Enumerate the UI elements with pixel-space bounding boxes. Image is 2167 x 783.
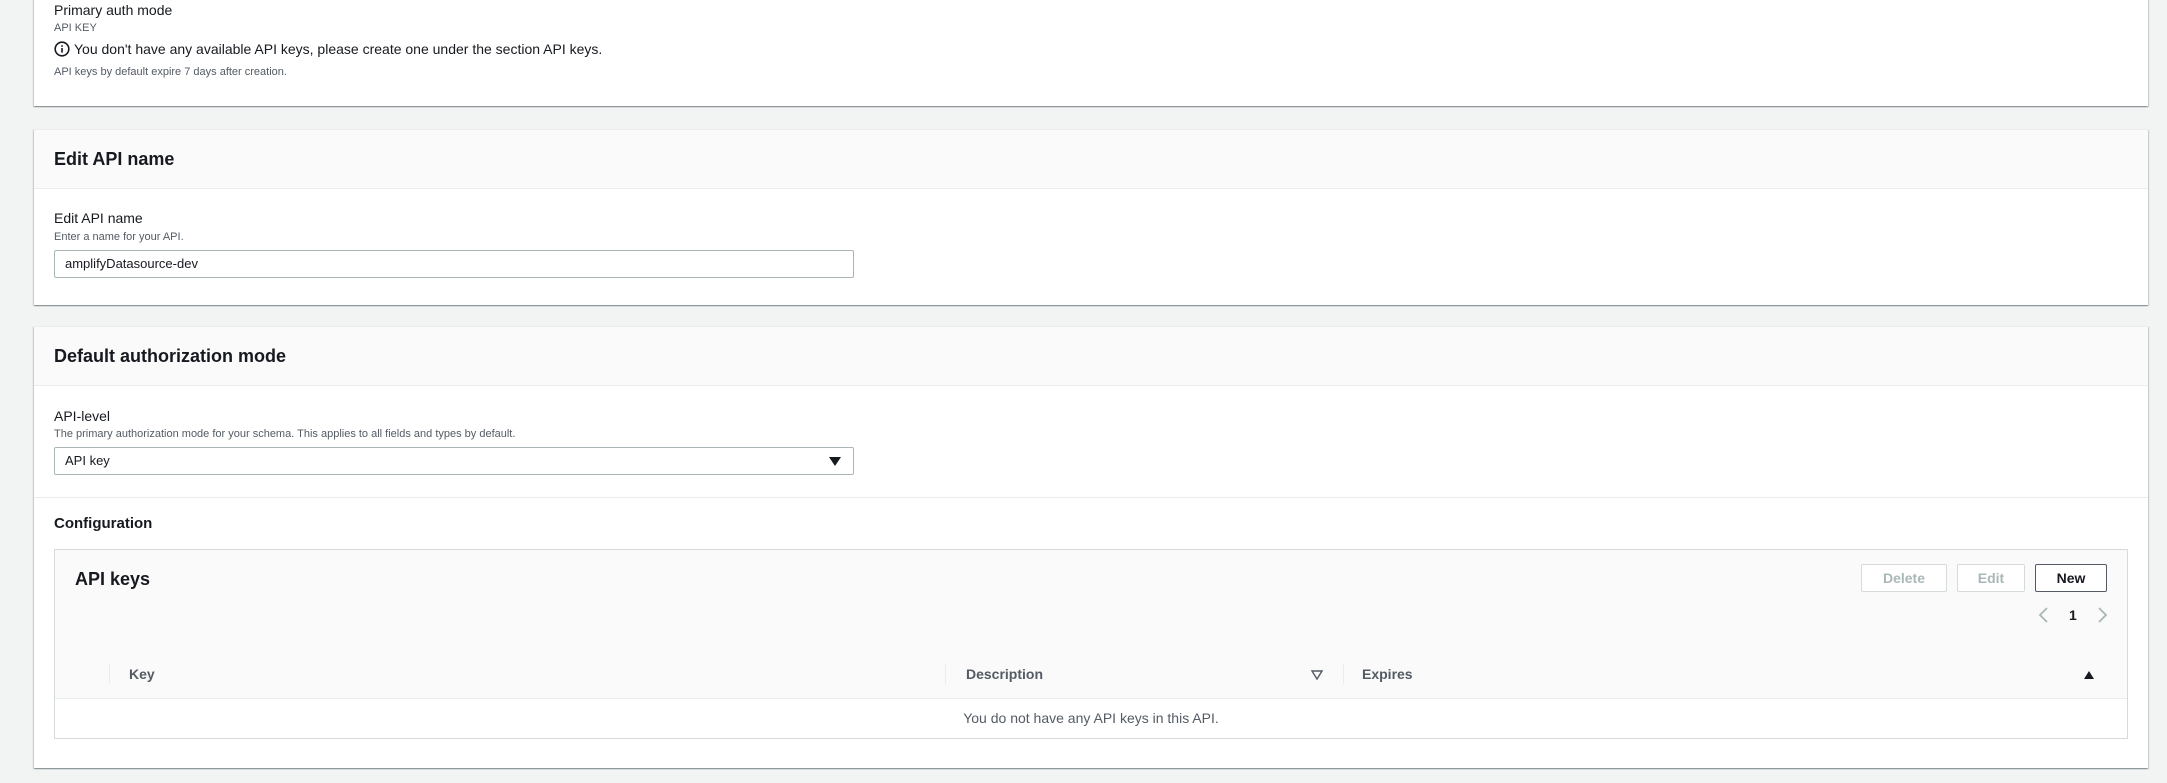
column-separator: [1343, 664, 1344, 684]
edit-api-name-panel: Edit API name Edit API name Enter a name…: [34, 129, 2148, 305]
table-column-header-row: Key Description Expires: [55, 650, 2127, 699]
prev-page-icon[interactable]: [2037, 606, 2051, 624]
edit-button[interactable]: Edit: [1957, 564, 2025, 592]
config-divider: [34, 497, 2148, 498]
primary-auth-panel: Primary auth mode API KEY You don't have…: [34, 0, 2148, 106]
column-key[interactable]: Key: [129, 650, 155, 698]
primary-auth-label: Primary auth mode: [54, 2, 173, 18]
api-key-notice: You don't have any available API keys, p…: [54, 41, 602, 57]
info-icon: [54, 41, 70, 57]
api-keys-table: API keys Delete Edit New 1 Key Descripti…: [54, 549, 2128, 739]
sort-icon[interactable]: [1310, 668, 1324, 681]
api-keys-header: API keys Delete Edit New 1: [55, 550, 2127, 651]
default-auth-panel: Default authorization mode API-level The…: [34, 326, 2148, 768]
column-expires[interactable]: Expires: [1362, 650, 1413, 698]
column-separator: [945, 664, 946, 684]
api-keys-title: API keys: [75, 569, 151, 589]
column-description[interactable]: Description: [966, 650, 1043, 698]
default-auth-header: Default authorization mode: [34, 327, 2148, 386]
sort-ascending-icon[interactable]: [2083, 668, 2095, 680]
next-page-icon[interactable]: [2095, 606, 2109, 624]
notice-text: You don't have any available API keys, p…: [74, 41, 603, 57]
new-button[interactable]: New: [2035, 564, 2107, 592]
column-separator: [109, 664, 110, 684]
auth-mode-select[interactable]: API key: [54, 447, 854, 475]
api-name-input[interactable]: amplifyDatasource-dev: [54, 250, 854, 278]
edit-api-name-label: Edit API name: [54, 210, 143, 226]
configuration-title: Configuration: [54, 515, 153, 532]
primary-auth-value: API KEY: [54, 22, 97, 34]
api-level-description: The primary authorization mode for your …: [54, 428, 516, 440]
caret-down-icon: [829, 457, 841, 466]
delete-button[interactable]: Delete: [1861, 564, 1947, 592]
expiry-note: API keys by default expire 7 days after …: [54, 66, 287, 78]
auth-mode-selected: API key: [65, 453, 110, 468]
empty-table-message: You do not have any API keys in this API…: [963, 710, 1219, 726]
api-level-label: API-level: [54, 408, 111, 424]
edit-api-name-description: Enter a name for your API.: [54, 231, 184, 243]
edit-api-name-header: Edit API name: [34, 130, 2148, 189]
page-number[interactable]: 1: [2069, 607, 2077, 623]
